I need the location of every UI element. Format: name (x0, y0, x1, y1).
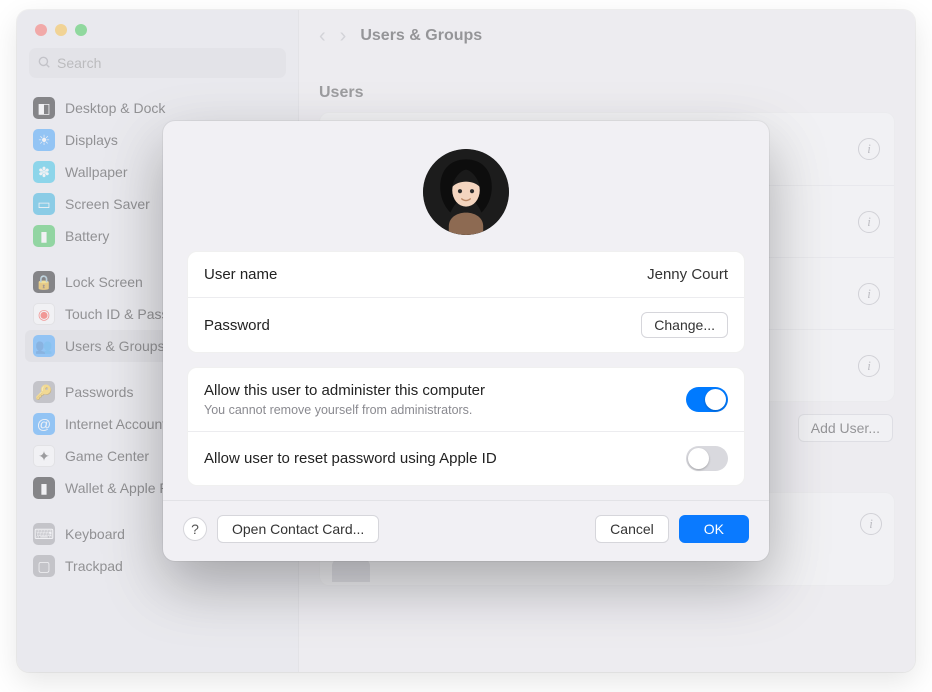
nav-back-button[interactable]: ‹ (319, 25, 326, 48)
password-label: Password (204, 317, 641, 334)
sidebar-item-label: Displays (65, 132, 118, 148)
sidebar-item-label: Keyboard (65, 526, 125, 542)
open-contact-card-button[interactable]: Open Contact Card... (217, 515, 379, 543)
desktop-icon: ◧ (33, 97, 55, 119)
admin-toggle[interactable] (686, 387, 728, 412)
search-input[interactable]: Search (29, 48, 286, 78)
sidebar-item-label: Desktop & Dock (65, 100, 165, 116)
sidebar-item-label: Internet Accounts (65, 416, 173, 432)
touch-id-icon: ◉ (33, 303, 55, 325)
sidebar-item-label: Game Center (65, 448, 149, 464)
nav-forward-button[interactable]: › (340, 25, 347, 48)
screen-saver-icon: ▭ (33, 193, 55, 215)
system-settings-window: Search ◧ Desktop & Dock ☀ Displays ✽ Wallpa… (17, 10, 915, 672)
search-icon (37, 55, 51, 72)
info-icon[interactable]: i (860, 513, 882, 535)
passwords-icon: 🔑 (33, 381, 55, 403)
username-label: User name (204, 266, 647, 283)
change-password-button[interactable]: Change... (641, 312, 728, 338)
wallpaper-icon: ✽ (33, 161, 55, 183)
displays-icon: ☀ (33, 129, 55, 151)
user-identity-card: User name Jenny Court Password Change... (187, 251, 745, 353)
zoom-window-button[interactable] (75, 24, 87, 36)
reset-appleid-toggle[interactable] (686, 446, 728, 471)
user-details-dialog: User name Jenny Court Password Change...… (163, 121, 769, 561)
user-permissions-card: Allow this user to administer this compu… (187, 367, 745, 486)
close-window-button[interactable] (35, 24, 47, 36)
internet-accounts-icon: @ (33, 413, 55, 435)
sidebar-item-label: Lock Screen (65, 274, 143, 290)
username-row: User name Jenny Court (188, 252, 744, 297)
minimize-window-button[interactable] (55, 24, 67, 36)
wallet-icon: ▮ (33, 477, 55, 499)
reset-appleid-label: Allow user to reset password using Apple… (204, 450, 686, 467)
sidebar-item-label: Wallpaper (65, 164, 128, 180)
cancel-button[interactable]: Cancel (595, 515, 669, 543)
admin-note: You cannot remove yourself from administ… (204, 403, 686, 417)
add-user-button[interactable]: Add User... (798, 414, 893, 442)
window-controls (17, 10, 298, 48)
help-button[interactable]: ? (183, 517, 207, 541)
keyboard-icon: ⌨ (33, 523, 55, 545)
sidebar-item-label: Passwords (65, 384, 133, 400)
trackpad-icon: ▢ (33, 555, 55, 577)
sidebar-item-desktop-dock[interactable]: ◧ Desktop & Dock (25, 92, 290, 124)
info-icon[interactable]: i (858, 355, 880, 377)
username-value: Jenny Court (647, 266, 728, 283)
game-center-icon: ✦ (33, 445, 55, 467)
sidebar-item-label: Users & Groups (65, 338, 165, 354)
info-icon[interactable]: i (858, 283, 880, 305)
reset-appleid-row: Allow user to reset password using Apple… (188, 431, 744, 485)
battery-icon: ▮ (33, 225, 55, 247)
sidebar-item-label: Screen Saver (65, 196, 150, 212)
users-heading: Users (319, 84, 895, 102)
admin-row: Allow this user to administer this compu… (188, 368, 744, 431)
users-groups-icon: 👥 (33, 335, 55, 357)
page-title: Users & Groups (360, 27, 482, 45)
lock-screen-icon: 🔒 (33, 271, 55, 293)
search-placeholder: Search (57, 55, 101, 71)
sidebar-item-label: Battery (65, 228, 109, 244)
sidebar-item-label: Trackpad (65, 558, 123, 574)
admin-label: Allow this user to administer this compu… (204, 382, 686, 399)
ok-button[interactable]: OK (679, 515, 749, 543)
group-icon (332, 558, 370, 582)
info-icon[interactable]: i (858, 138, 880, 160)
password-row: Password Change... (188, 297, 744, 352)
user-avatar[interactable] (423, 149, 509, 235)
info-icon[interactable]: i (858, 211, 880, 233)
